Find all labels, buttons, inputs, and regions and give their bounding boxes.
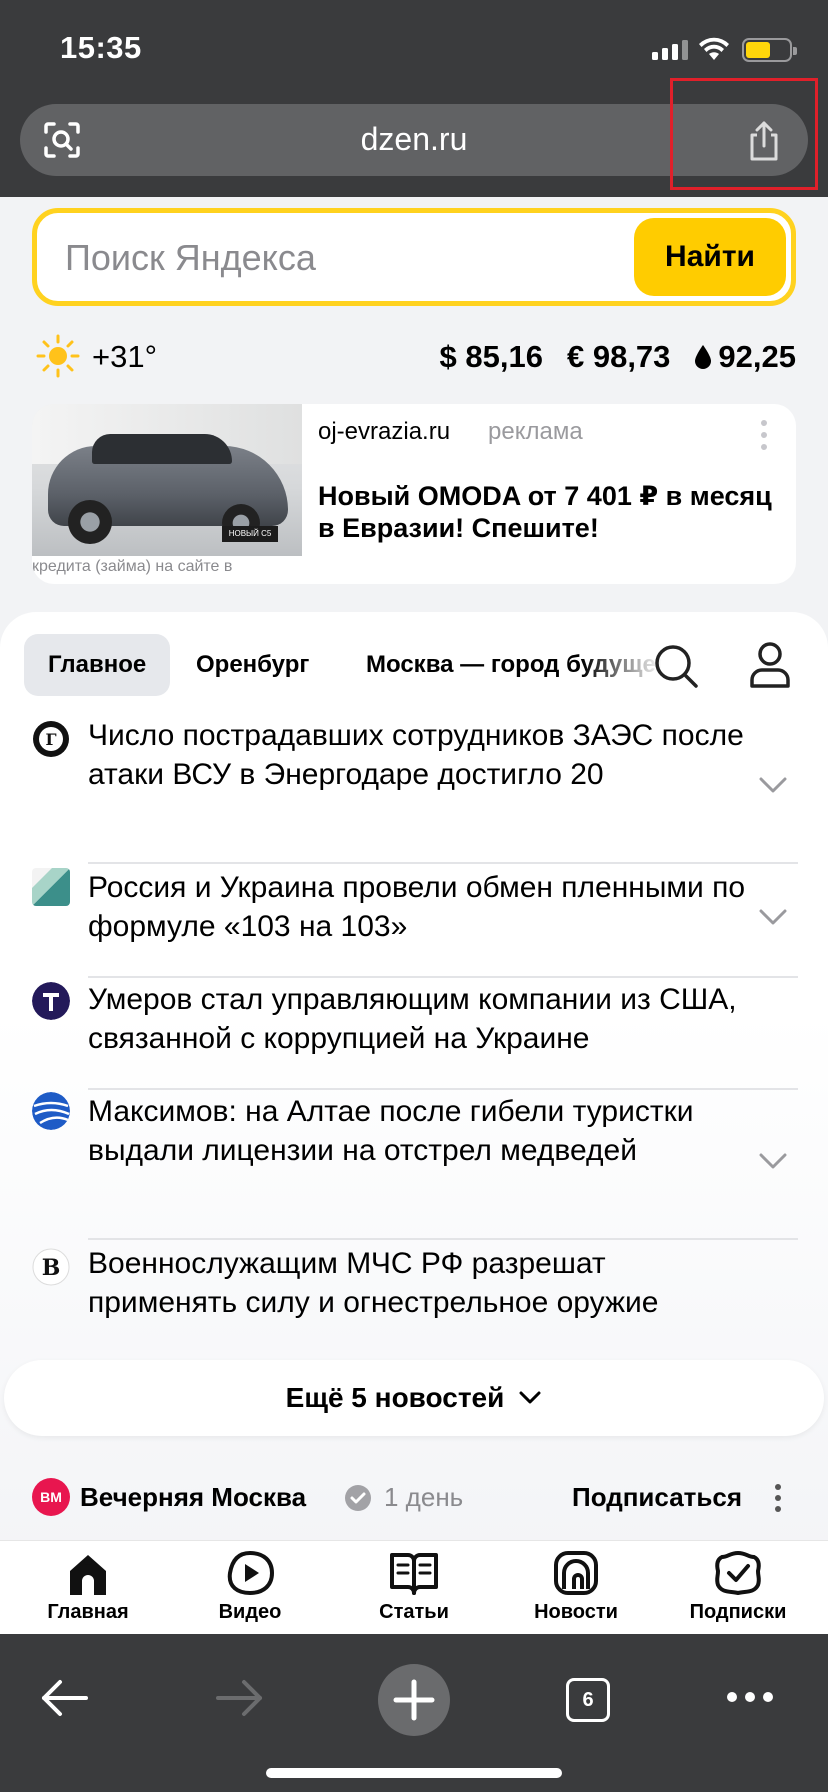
share-button-highlight (670, 78, 818, 190)
forward-arrow-icon (216, 1680, 262, 1716)
ad-title[interactable]: Новый OMODA от 7 401 ₽ в месяц в Евразии… (318, 480, 778, 544)
nav-label: Подписки (689, 1601, 787, 1623)
usd-rate[interactable]: $ 85,16 (440, 339, 543, 375)
nav-news[interactable]: Новости (506, 1549, 646, 1624)
svg-text:B: B (42, 1255, 61, 1281)
vedomosti-icon: B (32, 1248, 70, 1286)
plus-icon (393, 1679, 435, 1721)
more-news-button[interactable]: Ещё 5 новостей (4, 1360, 824, 1436)
back-arrow-icon[interactable] (40, 1678, 90, 1718)
news-item[interactable]: B Военнослужащим МЧС РФ разрешат применя… (28, 1244, 798, 1344)
news-headline[interactable]: Умеров стал управляющим компании из США,… (88, 980, 748, 1058)
oil-rate[interactable]: 92,25 (694, 339, 796, 375)
ria-icon (32, 1092, 70, 1130)
gazeta-icon: Г (33, 721, 69, 757)
home-indicator (266, 1768, 562, 1778)
ad-car-image[interactable]: НОВЫЙ C5 (32, 404, 302, 556)
more-options-icon[interactable] (772, 1482, 784, 1514)
browser-bottom-toolbar: 6 (0, 1634, 828, 1792)
sun-icon[interactable] (36, 334, 80, 378)
tabs-count-button[interactable]: 6 (566, 1678, 610, 1722)
tab-main[interactable]: Главное (24, 634, 171, 696)
car-plate: НОВЫЙ C5 (222, 526, 278, 542)
temperature[interactable]: +31° (92, 339, 157, 375)
home-icon (70, 1555, 106, 1595)
news-headline[interactable]: Число пострадавших сотрудников ЗАЭС посл… (88, 716, 748, 794)
browser-top-bar: 15:35 dzen.ru (0, 0, 828, 197)
video-icon (227, 1550, 275, 1596)
news-headline[interactable]: Военнослужащим МЧС РФ разрешат применять… (88, 1244, 748, 1322)
nav-label: Новости (534, 1601, 618, 1623)
news-item[interactable]: Умеров стал управляющим компании из США,… (28, 980, 798, 1090)
exchange-rates[interactable]: $ 85,16 € 98,73 92,25 (440, 339, 796, 375)
divider (88, 1238, 798, 1240)
subscribe-button[interactable]: Подписаться (572, 1482, 742, 1513)
divider (88, 976, 798, 978)
search-button[interactable]: Найти (634, 218, 786, 296)
oil-value: 92,25 (718, 339, 796, 374)
more-options-icon[interactable] (758, 418, 770, 452)
subscriptions-icon (715, 1550, 761, 1596)
chevron-down-icon[interactable] (758, 776, 788, 794)
tab-moscow[interactable]: Москва — город будущего (342, 634, 662, 696)
ad-label: реклама (488, 418, 583, 445)
channel-row: ВМ Вечерняя Москва 1 день Подписаться (32, 1476, 802, 1520)
news-icon (554, 1551, 598, 1595)
dzen-bottom-nav: Главная Видео Статьи Новости Подписки (0, 1540, 828, 1634)
new-tab-button[interactable] (378, 1664, 450, 1736)
ad-card[interactable]: НОВЫЙ C5 кредита (займа) на сайте в oj-e… (32, 404, 796, 584)
news-tabs: Главное Оренбург Москва — город будущего (24, 634, 804, 698)
chevron-down-icon (519, 1391, 541, 1404)
news-item[interactable]: Россия и Украина провели обмен пленными … (28, 868, 798, 978)
tsargrad-icon (32, 982, 70, 1020)
ad-caption: кредита (займа) на сайте в (32, 558, 233, 575)
articles-icon (390, 1553, 438, 1595)
channel-time: 1 день (384, 1482, 464, 1512)
news-card: Главное Оренбург Москва — город будущего… (0, 612, 828, 1612)
status-time: 15:35 (60, 30, 142, 65)
wifi-icon (699, 37, 729, 60)
tab-orenburg[interactable]: Оренбург (176, 634, 333, 696)
news-item[interactable]: Г Число пострадавших сотрудников ЗАЭС по… (28, 716, 798, 864)
verified-icon (345, 1485, 371, 1511)
divider (88, 862, 798, 864)
oil-drop-icon (695, 345, 712, 369)
chevron-down-icon[interactable] (758, 1152, 788, 1170)
eur-rate[interactable]: € 98,73 (567, 339, 670, 375)
nav-articles[interactable]: Статьи (344, 1549, 484, 1624)
chevron-down-icon[interactable] (758, 908, 788, 926)
more-menu-icon[interactable] (726, 1690, 774, 1704)
avatar[interactable]: ВМ (32, 1478, 70, 1516)
nav-label: Видео (218, 1601, 282, 1623)
nav-home[interactable]: Главная (18, 1549, 158, 1624)
divider (88, 1088, 798, 1090)
news-headline[interactable]: Россия и Украина провели обмен пленными … (88, 868, 748, 946)
battery-icon (742, 38, 797, 62)
yandex-search-box[interactable]: Поиск Яндекса Найти (32, 208, 796, 306)
svg-text:Г: Г (45, 730, 56, 749)
weather-rates-row: +31° $ 85,16 € 98,73 92,25 (36, 334, 796, 380)
more-news-label: Ещё 5 новостей (285, 1382, 505, 1413)
nav-label: Главная (47, 1601, 129, 1623)
izvestia-icon (32, 868, 70, 906)
news-item[interactable]: Максимов: на Алтае после гибели туристки… (28, 1092, 798, 1240)
search-icon[interactable] (652, 642, 700, 690)
nav-label: Статьи (379, 1601, 449, 1623)
profile-icon[interactable] (748, 640, 792, 690)
channel-name[interactable]: Вечерняя Москва (80, 1482, 306, 1513)
ad-domain[interactable]: oj-evrazia.ru (318, 418, 450, 446)
nav-video[interactable]: Видео (180, 1549, 320, 1624)
nav-subscriptions[interactable]: Подписки (668, 1549, 808, 1624)
cellular-signal-icon (652, 40, 688, 60)
search-input[interactable]: Поиск Яндекса (65, 237, 316, 279)
news-headline[interactable]: Максимов: на Алтае после гибели туристки… (88, 1092, 748, 1170)
